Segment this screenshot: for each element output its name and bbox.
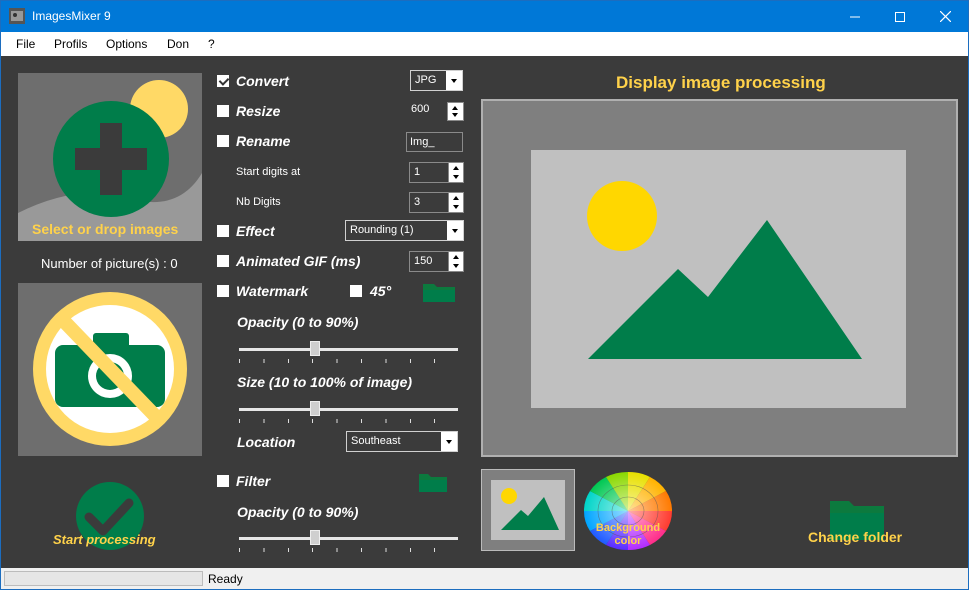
- background-color-label: Background color: [593, 522, 663, 548]
- image-icon: [491, 480, 565, 540]
- app-icon: [9, 8, 25, 24]
- picture-count: Number of picture(s) : 0: [41, 256, 178, 271]
- status-bar: Ready: [1, 568, 968, 589]
- menu-bar: File Profils Options Don ?: [1, 32, 968, 56]
- resize-value[interactable]: 600: [411, 103, 429, 115]
- filter-opacity-label: Opacity (0 to 90%): [237, 504, 359, 520]
- no-camera-icon: [18, 283, 202, 456]
- size-label: Size (10 to 100% of image): [237, 374, 413, 390]
- close-icon: [939, 11, 951, 22]
- animated-gif-spinner[interactable]: 150: [409, 251, 464, 272]
- chevron-down-icon: [447, 221, 463, 240]
- clear-images-area[interactable]: [18, 283, 202, 456]
- location-select[interactable]: Southeast: [346, 431, 458, 452]
- arrow-up-icon: [452, 106, 458, 110]
- menu-don[interactable]: Don: [167, 37, 189, 51]
- rename-checkbox[interactable]: [217, 135, 229, 147]
- effect-label: Effect: [236, 223, 275, 239]
- background-color-button[interactable]: Background color: [583, 471, 675, 551]
- arrow-down-icon: [453, 205, 459, 209]
- slider-thumb[interactable]: [310, 341, 320, 356]
- animated-gif-value: 150: [414, 255, 433, 267]
- select-images-label[interactable]: Select or drop images: [32, 221, 178, 237]
- watermark-checkbox[interactable]: [217, 285, 229, 297]
- chevron-down-icon: [446, 71, 462, 90]
- minimize-button[interactable]: [832, 1, 878, 32]
- maximize-icon: [895, 11, 905, 22]
- menu-profils[interactable]: Profils: [54, 37, 87, 51]
- effect-checkbox[interactable]: [217, 225, 229, 237]
- watermark-label: Watermark: [236, 283, 309, 299]
- add-image-icon: [18, 73, 202, 241]
- select-images-area[interactable]: [18, 73, 202, 241]
- preview-area: [481, 99, 958, 457]
- convert-format-value: JPG: [415, 74, 437, 86]
- change-folder-button[interactable]: Change folder: [808, 529, 902, 545]
- minimize-icon: [850, 16, 860, 17]
- slider-thumb[interactable]: [310, 401, 320, 416]
- nb-digits-label: Nb Digits: [236, 196, 281, 208]
- animated-gif-checkbox[interactable]: [217, 255, 229, 267]
- chevron-down-icon: [441, 432, 457, 451]
- placeholder-image-icon: [531, 150, 906, 408]
- start-digits-spinner[interactable]: 1: [409, 162, 464, 183]
- watermark-angle-checkbox[interactable]: [350, 285, 362, 297]
- location-label: Location: [237, 434, 296, 450]
- close-button[interactable]: [922, 1, 968, 32]
- effect-select[interactable]: Rounding (1): [345, 220, 464, 241]
- arrow-up-icon: [453, 255, 459, 259]
- convert-checkbox[interactable]: [217, 75, 229, 87]
- opacity-label: Opacity (0 to 90%): [237, 314, 359, 330]
- arrow-up-icon: [453, 166, 459, 170]
- arrow-down-icon: [453, 264, 459, 268]
- nb-digits-spinner[interactable]: 3: [409, 192, 464, 213]
- watermark-folder-icon[interactable]: [422, 281, 456, 303]
- resize-spinner[interactable]: [447, 102, 464, 121]
- window-title: ImagesMixer 9: [32, 9, 111, 23]
- convert-label: Convert: [236, 73, 289, 89]
- slider-thumb[interactable]: [310, 530, 320, 545]
- menu-options[interactable]: Options: [106, 37, 147, 51]
- resize-label: Resize: [236, 103, 281, 119]
- start-digits-value: 1: [414, 166, 421, 178]
- app-window: ImagesMixer 9 File Profils Options Don ?…: [0, 0, 969, 590]
- nb-digits-value: 3: [414, 196, 421, 208]
- background-color-label-line2: color: [614, 535, 642, 547]
- rename-label: Rename: [236, 133, 291, 149]
- opacity-slider[interactable]: [239, 339, 458, 365]
- start-digits-label: Start digits at: [236, 166, 301, 178]
- arrow-up-icon: [453, 196, 459, 200]
- arrow-down-icon: [452, 113, 458, 117]
- menu-help[interactable]: ?: [208, 37, 215, 51]
- maximize-button[interactable]: [877, 1, 923, 32]
- filter-opacity-slider[interactable]: [239, 528, 458, 554]
- start-processing-button[interactable]: Start processing: [53, 532, 156, 547]
- status-text: Ready: [208, 572, 243, 586]
- arrow-down-icon: [453, 175, 459, 179]
- animated-gif-label: Animated GIF (ms): [236, 253, 361, 269]
- menu-file[interactable]: File: [16, 37, 35, 51]
- filter-label: Filter: [236, 473, 271, 489]
- progress-bar: [4, 571, 203, 586]
- preview-title: Display image processing: [616, 73, 826, 92]
- filter-folder-icon[interactable]: [418, 471, 448, 493]
- location-value: Southeast: [351, 435, 401, 447]
- size-slider[interactable]: [239, 399, 458, 425]
- background-color-label-line1: Background: [595, 522, 661, 534]
- title-bar: ImagesMixer 9: [1, 1, 968, 32]
- background-image-button[interactable]: [481, 469, 575, 551]
- effect-value: Rounding (1): [350, 224, 414, 236]
- convert-format-select[interactable]: JPG: [410, 70, 463, 91]
- rename-prefix-input[interactable]: [406, 132, 463, 152]
- filter-checkbox[interactable]: [217, 475, 229, 487]
- watermark-angle-label: 45°: [370, 283, 392, 299]
- resize-checkbox[interactable]: [217, 105, 229, 117]
